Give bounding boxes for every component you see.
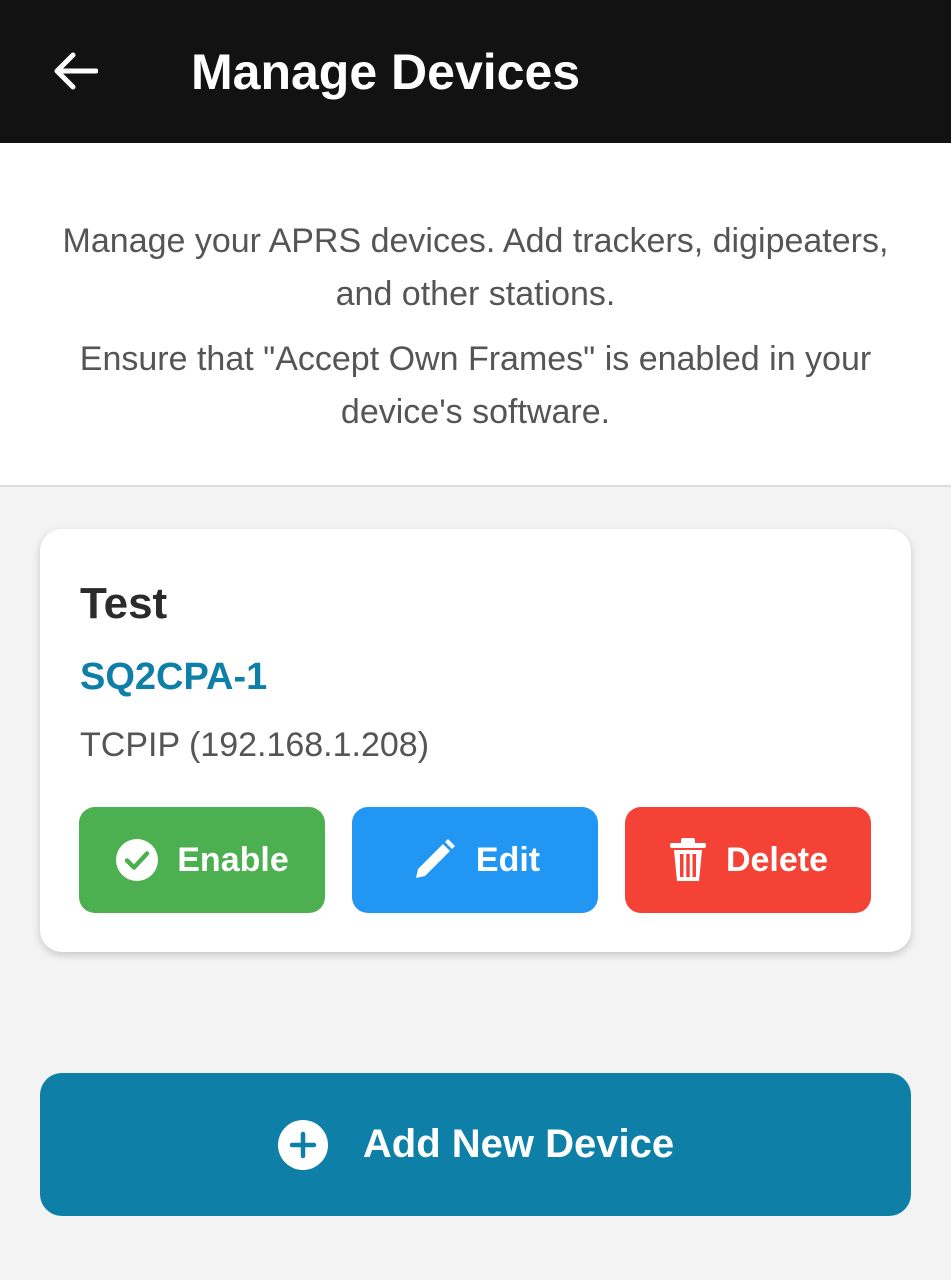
- info-description: Manage your APRS devices. Add trackers, …: [62, 222, 889, 313]
- info-note: Ensure that "Accept Own Frames" is enabl…: [79, 340, 872, 431]
- edit-label: Edit: [475, 840, 541, 879]
- arrow-left-icon: [54, 52, 98, 90]
- add-device-label: Add New Device: [362, 1122, 675, 1166]
- check-circle-icon: [115, 838, 159, 882]
- trash-icon: [668, 837, 708, 883]
- enable-label: Enable: [177, 840, 289, 879]
- device-name: Test: [80, 579, 168, 628]
- app-bar: Manage Devices: [0, 0, 951, 143]
- device-connection: TCPIP (192.168.1.208): [80, 726, 430, 764]
- device-callsign: SQ2CPA-1: [80, 656, 268, 698]
- delete-label: Delete: [725, 840, 829, 879]
- edit-button[interactable]: Edit: [352, 807, 598, 913]
- enable-button[interactable]: Enable: [79, 807, 325, 913]
- device-card: Test SQ2CPA-1 TCPIP (192.168.1.208) Enab…: [40, 529, 911, 952]
- info-section: Manage your APRS devices. Add trackers, …: [0, 143, 951, 487]
- page-title: Manage Devices: [191, 44, 581, 100]
- plus-circle-icon: [277, 1119, 329, 1171]
- delete-button[interactable]: Delete: [625, 807, 871, 913]
- add-device-button[interactable]: Add New Device: [40, 1073, 911, 1216]
- pencil-icon: [410, 836, 458, 884]
- back-button[interactable]: [42, 36, 108, 106]
